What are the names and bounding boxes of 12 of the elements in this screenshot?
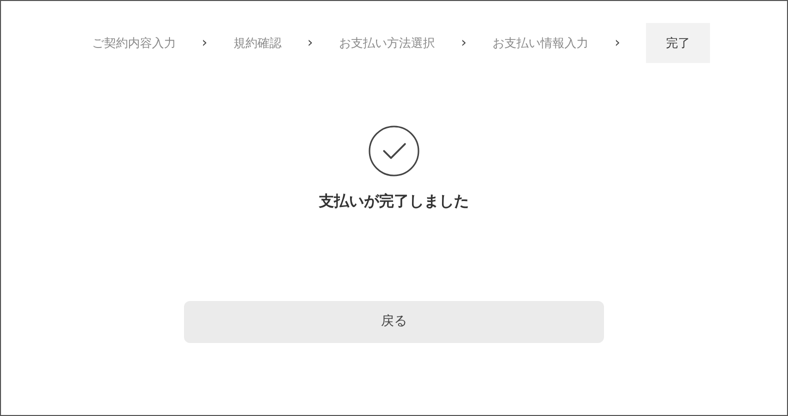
progress-step: ご契約内容入力 bbox=[92, 23, 176, 63]
progress-step: お支払い方法選択 bbox=[339, 23, 435, 63]
back-button[interactable]: 戻る bbox=[184, 300, 604, 342]
progress-step: お支払い情報入力 bbox=[492, 23, 589, 63]
check-circle-icon bbox=[368, 125, 420, 177]
chevron-separator: › bbox=[461, 34, 467, 52]
chevron-separator: › bbox=[202, 34, 208, 52]
chevron-separator: › bbox=[307, 34, 313, 52]
chevron-separator: › bbox=[614, 34, 620, 52]
progress-step: 完了 bbox=[646, 23, 710, 63]
completion-message: 支払いが完了しました bbox=[319, 191, 469, 212]
progress-step: 規約確認 bbox=[233, 23, 282, 63]
